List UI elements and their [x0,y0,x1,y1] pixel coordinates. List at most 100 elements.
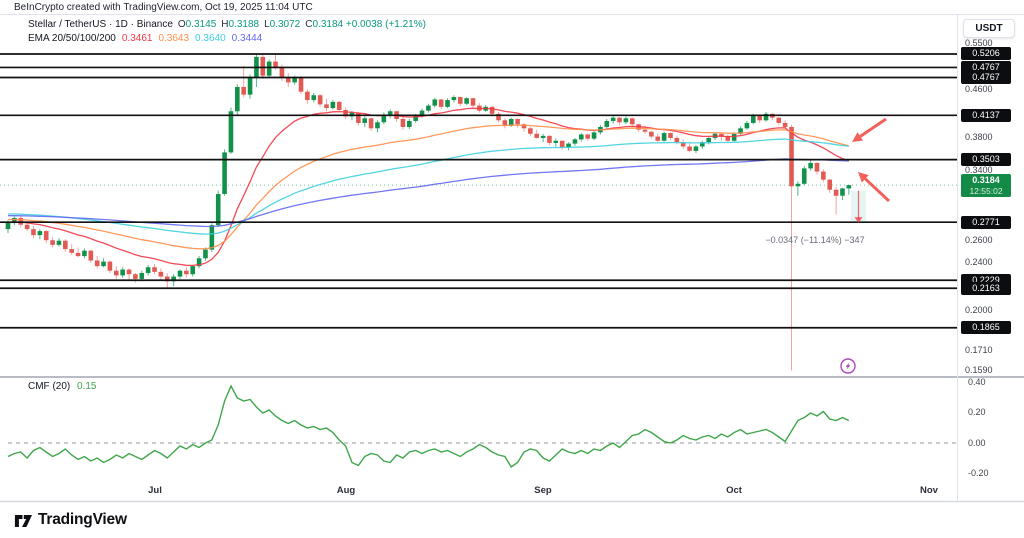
cmf-legend: CMF (20) 0.15 [28,381,96,392]
ohlc-letter: H [221,19,228,30]
chart-legend: Stellar / TetherUS · 1D · Binance O0.3145… [28,19,426,47]
price-level-badge: 0.4137 [961,109,1011,122]
ema-200-line [8,159,849,227]
candle-body [139,273,144,279]
candle-body [184,271,189,274]
price-axis-label: 0.1590 [965,365,1017,375]
ohlc-letter: O [178,19,186,30]
candle-body [356,113,361,123]
candle-body [675,138,680,142]
candle-body [426,106,431,111]
cmf-label: CMF (20) [28,381,70,392]
candle-body [604,121,609,127]
candle-body [57,241,62,245]
candle-body [133,274,138,279]
ema-row: EMA 20/50/100/2000.34610.36430.36400.344… [28,33,426,45]
time-axis-label-aug[interactable]: Aug [326,485,366,496]
ema-100-line [8,139,849,234]
candle-body [6,222,11,229]
price-axis-label: 0.2400 [965,257,1017,267]
trend-arrow-shaft[interactable] [860,119,886,136]
candle-body [490,107,495,114]
time-axis-label-oct[interactable]: Oct [714,485,754,496]
candle-body [190,266,195,274]
candle-body [827,180,832,190]
tradingview-logo[interactable]: TradingView [14,510,127,529]
candle-body [464,98,469,103]
candle-body [815,163,820,172]
candle-body [280,67,285,77]
candle-body [318,95,323,104]
candle-body [515,119,520,124]
candle-body [222,152,227,194]
price-axis-label: 0.2000 [965,305,1017,315]
candle-body [776,118,781,123]
ema-50-line [8,125,849,249]
candle-body [95,261,100,267]
candle-body [216,194,221,225]
candle-body [732,134,737,141]
candle-body [655,137,660,141]
candle-body [146,267,151,273]
price-axis-label: 0.3800 [965,132,1017,142]
candle-body [89,251,94,261]
time-axis-label-sep[interactable]: Sep [523,485,563,496]
ohlc-value: 0.3145 [186,19,217,30]
candle-body [203,250,208,259]
candle-body [757,116,762,121]
ohlc-value: 0.3072 [270,19,301,30]
ema-value: 0.3643 [158,33,189,44]
candle-body [273,62,278,68]
candle-body [324,104,329,108]
candle-body [840,188,845,195]
currency-toggle-button[interactable]: USDT [963,19,1015,38]
candle-body [745,123,750,128]
candle-body [668,133,673,138]
candle-body [50,240,55,245]
candle-body [369,118,374,128]
candle-body [114,271,119,276]
candle-body [630,118,635,124]
candle-body [821,172,826,180]
candle-body [560,141,565,147]
price-axis-label: 0.2600 [965,235,1017,245]
candle-body [38,231,43,235]
candle-body [554,141,559,143]
price-level-badge: 0.4767 [961,71,1011,84]
candle-body [847,185,852,188]
candle-body [706,138,711,142]
chart-canvas[interactable] [0,0,1024,538]
candle-body [566,144,571,148]
ema-label: EMA 20/50/100/200 [28,33,116,44]
time-axis-label-jul[interactable]: Jul [135,485,175,496]
trend-arrow-shaft[interactable] [865,179,889,201]
tradingview-logo-icon [14,510,33,529]
candle-body [796,184,801,187]
measure-tool-label: −0.0347 (−11.14%) −347 [731,235,899,245]
cmf-value: 0.15 [77,381,96,392]
candle-body [579,134,584,139]
symbol-title: Stellar / TetherUS · 1D · Binance [28,19,173,30]
time-axis-label-nov[interactable]: Nov [909,485,949,496]
candle-body [241,87,246,95]
cmf-line [8,386,849,467]
ohlc-value: 0.3188 [229,19,260,30]
candle-body [452,97,457,100]
candle-body [617,118,622,123]
candle-body [63,241,68,249]
candle-body [31,229,36,235]
candle-body [445,100,450,107]
candle-body [662,133,667,141]
candle-body [248,77,253,95]
countdown-timer: 12:55:02 [961,186,1011,196]
candle-body [267,62,272,76]
tradingview-logo-text: TradingView [38,511,127,529]
candle-body [611,118,616,121]
candle-body [401,119,406,127]
candle-body [783,123,788,127]
last-price-value: 0.3184 [961,175,1011,186]
candle-body [331,102,336,108]
candle-body [25,225,30,229]
candle-body [375,122,380,128]
ohlc-value: 0.3184 [312,19,343,30]
